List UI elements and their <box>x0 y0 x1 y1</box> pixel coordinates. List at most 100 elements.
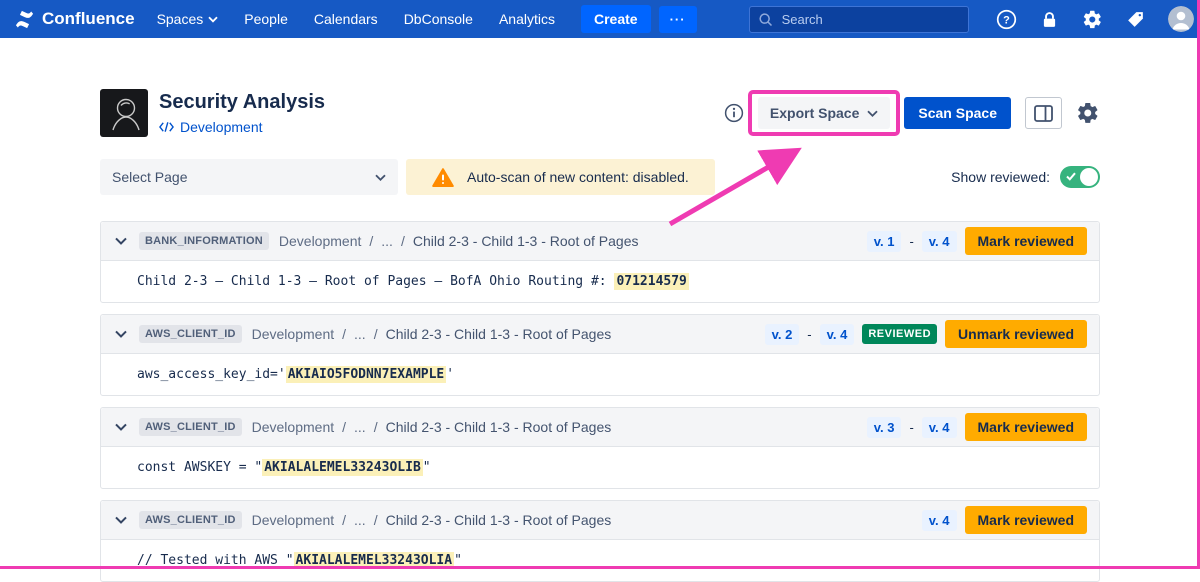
breadcrumb-ellipsis[interactable]: ... <box>381 233 393 249</box>
nav-item-dbconsole[interactable]: DbConsole <box>404 11 473 27</box>
finding-card: BANK_INFORMATION Development / ... / Chi… <box>100 221 1100 303</box>
reviewed-badge: REVIEWED <box>862 324 937 344</box>
code-text: const AWSKEY = " <box>137 460 262 475</box>
code-text: " <box>423 460 431 475</box>
breadcrumb-page-link[interactable]: Child 2-3 - Child 1-3 - Root of Pages <box>386 326 612 342</box>
nav-item-calendars[interactable]: Calendars <box>314 11 378 27</box>
lock-icon <box>1040 10 1059 29</box>
chevron-down-icon[interactable] <box>113 421 129 433</box>
breadcrumb-space-link[interactable]: Development <box>279 233 362 249</box>
admin-lock-button[interactable] <box>1040 10 1059 29</box>
finding-header[interactable]: AWS_CLIENT_ID Development / ... / Child … <box>101 315 1099 353</box>
page-layout-button[interactable] <box>1025 97 1062 129</box>
finding-snippet: // Tested with AWS "AKIALALEMEL33243OLIA… <box>101 539 1099 581</box>
space-settings-button[interactable] <box>1076 101 1100 125</box>
version-to-link[interactable]: v. 4 <box>922 510 957 531</box>
warning-icon <box>432 168 454 187</box>
search-input[interactable] <box>780 11 960 28</box>
breadcrumb-separator: / <box>369 233 373 249</box>
unmark-reviewed-button[interactable]: Unmark reviewed <box>945 320 1087 348</box>
breadcrumb-ellipsis[interactable]: ... <box>354 419 366 435</box>
main-content: Security Analysis Development Export Spa… <box>100 38 1100 582</box>
breadcrumb-page-link[interactable]: Child 2-3 - Child 1-3 - Root of Pages <box>386 512 612 528</box>
info-button[interactable] <box>724 103 744 123</box>
finding-type-badge: BANK_INFORMATION <box>139 232 269 250</box>
breadcrumb: Development / ... / Child 2-3 - Child 1-… <box>252 419 612 435</box>
toolbar: Select Page Auto-scan of new content: di… <box>100 159 1100 195</box>
space-avatar <box>100 89 148 137</box>
breadcrumb: Development / ... / Child 2-3 - Child 1-… <box>252 326 612 342</box>
breadcrumb-page-link[interactable]: Child 2-3 - Child 1-3 - Root of Pages <box>386 419 612 435</box>
chevron-down-icon <box>375 174 386 181</box>
finding-header[interactable]: BANK_INFORMATION Development / ... / Chi… <box>101 222 1099 260</box>
breadcrumb: Development / ... / Child 2-3 - Child 1-… <box>252 512 612 528</box>
version-from-link[interactable]: v. 2 <box>765 324 800 345</box>
gear-icon <box>1082 9 1103 30</box>
tag-button[interactable] <box>1126 10 1145 29</box>
mark-reviewed-button[interactable]: Mark reviewed <box>965 413 1088 441</box>
export-space-button[interactable]: Export Space <box>758 97 890 129</box>
version-from-link[interactable]: v. 1 <box>867 231 902 252</box>
breadcrumb-page-link[interactable]: Child 2-3 - Child 1-3 - Root of Pages <box>413 233 639 249</box>
mark-reviewed-button[interactable]: Mark reviewed <box>965 227 1088 255</box>
finding-actions: v. 2 - v. 4 REVIEWED Unmark reviewed <box>765 320 1087 348</box>
version-from-link[interactable]: v. 3 <box>867 417 902 438</box>
top-nav: Confluence Spaces People Calendars DbCon… <box>0 0 1200 38</box>
space-breadcrumb: Development <box>159 119 325 135</box>
toggle-knob <box>1080 168 1098 186</box>
show-reviewed-toggle[interactable] <box>1060 166 1100 188</box>
breadcrumb-separator: / <box>374 512 378 528</box>
breadcrumb-separator: / <box>401 233 405 249</box>
autoscan-warning-banner: Auto-scan of new content: disabled. <box>406 159 715 195</box>
version-separator: - <box>909 420 913 435</box>
detected-secret: AKIAIO5FODNN7EXAMPLE <box>286 366 447 383</box>
finding-actions: v. 1 - v. 4 Mark reviewed <box>867 227 1087 255</box>
create-button[interactable]: Create <box>581 5 651 33</box>
detected-secret: 071214579 <box>614 273 688 290</box>
mark-reviewed-button[interactable]: Mark reviewed <box>965 506 1088 534</box>
nav-item-people[interactable]: People <box>244 11 288 27</box>
version-to-link[interactable]: v. 4 <box>922 417 957 438</box>
nav-item-spaces[interactable]: Spaces <box>157 11 219 27</box>
finding-card: AWS_CLIENT_ID Development / ... / Child … <box>100 500 1100 582</box>
chevron-down-icon[interactable] <box>113 328 129 340</box>
breadcrumb-separator: / <box>342 419 346 435</box>
confluence-brand[interactable]: Confluence <box>14 9 135 30</box>
show-reviewed-control: Show reviewed: <box>951 166 1100 188</box>
breadcrumb-ellipsis[interactable]: ... <box>354 512 366 528</box>
select-page-dropdown[interactable]: Select Page <box>100 159 398 195</box>
search-box[interactable] <box>749 6 969 33</box>
finding-type-badge: AWS_CLIENT_ID <box>139 511 242 529</box>
warning-text: Auto-scan of new content: disabled. <box>467 169 689 185</box>
space-link[interactable]: Development <box>180 119 263 135</box>
finding-header[interactable]: AWS_CLIENT_ID Development / ... / Child … <box>101 408 1099 446</box>
chevron-down-icon[interactable] <box>113 235 129 247</box>
nav-menu: Spaces People Calendars DbConsole Analyt… <box>157 11 555 27</box>
version-to-link[interactable]: v. 4 <box>820 324 855 345</box>
scan-space-button[interactable]: Scan Space <box>904 97 1011 129</box>
detected-secret: AKIALALEMEL33243OLIB <box>262 459 423 476</box>
nav-settings-button[interactable] <box>1082 9 1103 30</box>
finding-header[interactable]: AWS_CLIENT_ID Development / ... / Child … <box>101 501 1099 539</box>
finding-snippet: Child 2-3 – Child 1-3 – Root of Pages – … <box>101 260 1099 302</box>
chevron-down-icon[interactable] <box>113 514 129 526</box>
nav-item-analytics[interactable]: Analytics <box>499 11 555 27</box>
finding-type-badge: AWS_CLIENT_ID <box>139 325 242 343</box>
info-icon <box>724 103 744 123</box>
version-to-link[interactable]: v. 4 <box>922 231 957 252</box>
more-button[interactable]: ··· <box>659 6 697 33</box>
breadcrumb-space-link[interactable]: Development <box>252 512 335 528</box>
user-avatar-button[interactable] <box>1168 6 1194 32</box>
breadcrumb: Development / ... / Child 2-3 - Child 1-… <box>279 233 639 249</box>
version-separator: - <box>909 234 913 249</box>
breadcrumb-ellipsis[interactable]: ... <box>354 326 366 342</box>
code-icon <box>159 121 174 133</box>
breadcrumb-separator: / <box>342 326 346 342</box>
help-button[interactable]: ? <box>996 9 1017 30</box>
breadcrumb-separator: / <box>342 512 346 528</box>
finding-snippet: const AWSKEY = "AKIALALEMEL33243OLIB" <box>101 446 1099 488</box>
breadcrumb-space-link[interactable]: Development <box>252 326 335 342</box>
help-icon: ? <box>996 9 1017 30</box>
layout-icon <box>1034 105 1053 122</box>
breadcrumb-space-link[interactable]: Development <box>252 419 335 435</box>
